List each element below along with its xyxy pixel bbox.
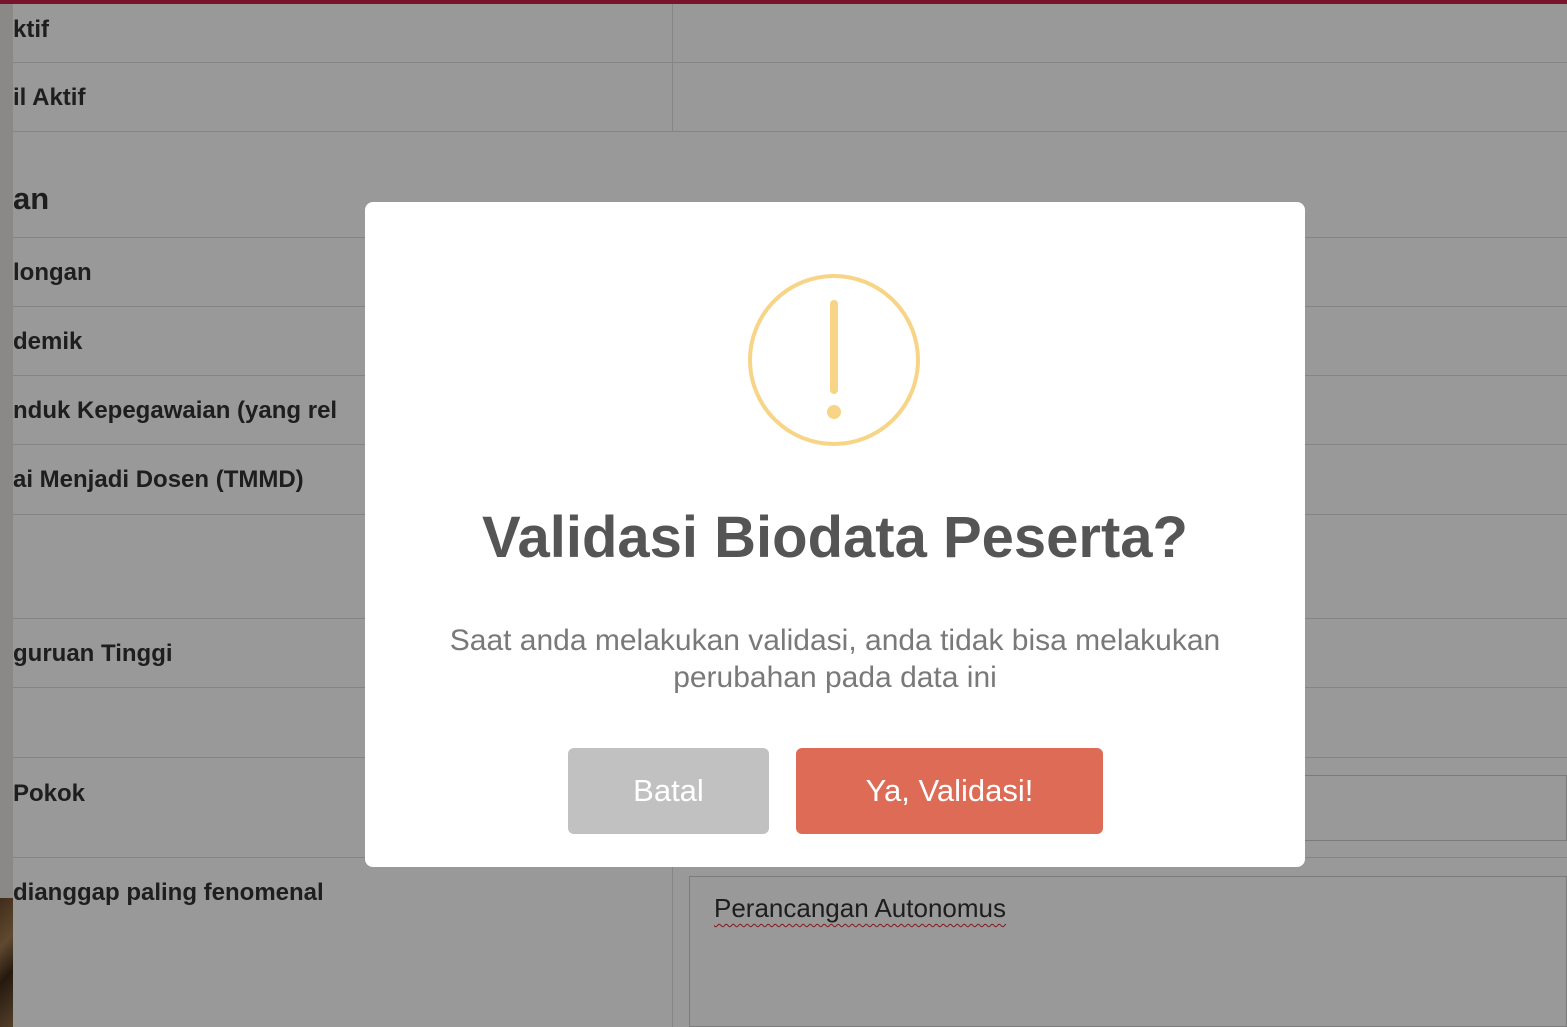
dialog-message: Saat anda melakukan validasi, anda tidak… — [449, 624, 1221, 694]
dialog-title: Validasi Biodata Peserta? — [482, 505, 1188, 570]
warning-exclamation-icon — [748, 274, 920, 446]
cancel-button[interactable]: Batal — [568, 748, 769, 834]
validation-dialog: Validasi Biodata Peserta? Saat anda mela… — [365, 202, 1305, 867]
confirm-validate-button[interactable]: Ya, Validasi! — [796, 748, 1103, 834]
